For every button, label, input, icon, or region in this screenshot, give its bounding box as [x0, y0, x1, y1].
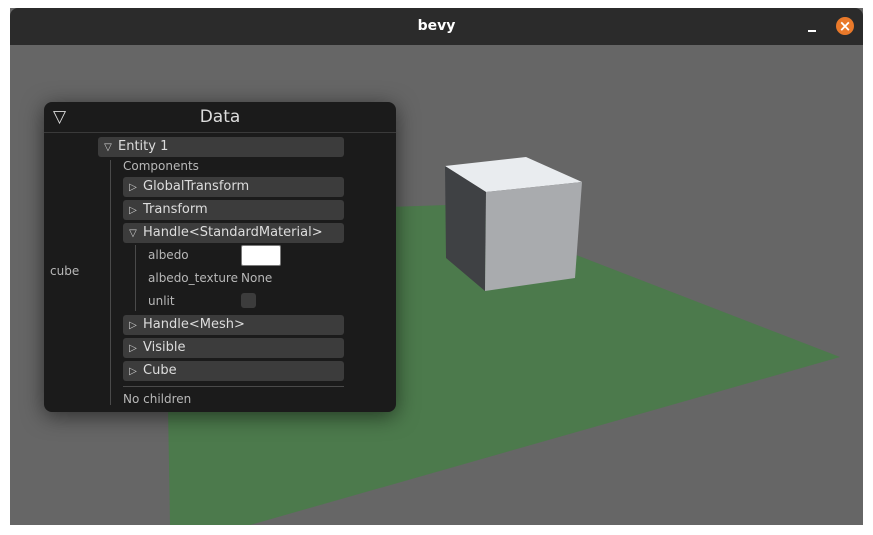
component-header-standardmaterial[interactable]: ▽ Handle<StandardMaterial>	[123, 223, 344, 243]
children-separator	[123, 386, 344, 387]
component-header-transform[interactable]: ▷ Transform	[123, 200, 344, 220]
component-label: GlobalTransform	[143, 179, 250, 194]
collapsed-triangle-icon: ▷	[129, 205, 137, 216]
component-header-mesh[interactable]: ▷ Handle<Mesh>	[123, 315, 344, 335]
window-title: bevy	[417, 18, 456, 34]
albedo-texture-label: albedo_texture	[148, 271, 238, 285]
app-window: bevy × ▽ Data cube ▽ Entity 1 Components …	[10, 8, 863, 525]
components-label: Components	[123, 159, 199, 173]
minimize-icon	[808, 30, 816, 32]
component-label: Handle<StandardMaterial>	[143, 225, 323, 240]
material-tree-line	[135, 245, 136, 311]
component-label: Transform	[143, 202, 208, 217]
collapsed-triangle-icon: ▷	[129, 366, 137, 377]
entity-tree-line	[110, 160, 111, 405]
component-label: Handle<Mesh>	[143, 317, 245, 332]
collapsed-triangle-icon: ▷	[129, 320, 137, 331]
albedo-label: albedo	[148, 248, 189, 262]
albedo-texture-value: None	[241, 271, 273, 285]
component-label: Visible	[143, 340, 186, 355]
close-icon: ×	[838, 17, 852, 35]
title-bar: bevy ×	[10, 8, 863, 45]
collapsed-triangle-icon: ▷	[129, 182, 137, 193]
inspector-panel: ▽ Data cube ▽ Entity 1 Components ▷ Global…	[44, 102, 396, 412]
expanded-triangle-icon: ▽	[104, 142, 112, 153]
component-label: Cube	[143, 363, 177, 378]
entity-label: Entity 1	[118, 139, 169, 154]
no-children-label: No children	[123, 392, 192, 406]
collapsed-triangle-icon: ▷	[129, 343, 137, 354]
minimize-button[interactable]	[805, 17, 821, 35]
panel-title: Data	[199, 107, 241, 127]
entity-name-label: cube	[50, 264, 80, 278]
unlit-checkbox[interactable]	[241, 293, 256, 308]
cube-right-face	[485, 182, 582, 291]
close-button[interactable]: ×	[836, 17, 854, 35]
expanded-triangle-icon: ▽	[129, 228, 137, 239]
panel-header[interactable]: ▽ Data	[44, 102, 396, 133]
component-header-visible[interactable]: ▷ Visible	[123, 338, 344, 358]
entity-header[interactable]: ▽ Entity 1	[98, 137, 344, 157]
albedo-color-swatch[interactable]	[241, 245, 281, 266]
component-header-cube[interactable]: ▷ Cube	[123, 361, 344, 381]
component-header-globaltransform[interactable]: ▷ GlobalTransform	[123, 177, 344, 197]
unlit-label: unlit	[148, 294, 175, 308]
